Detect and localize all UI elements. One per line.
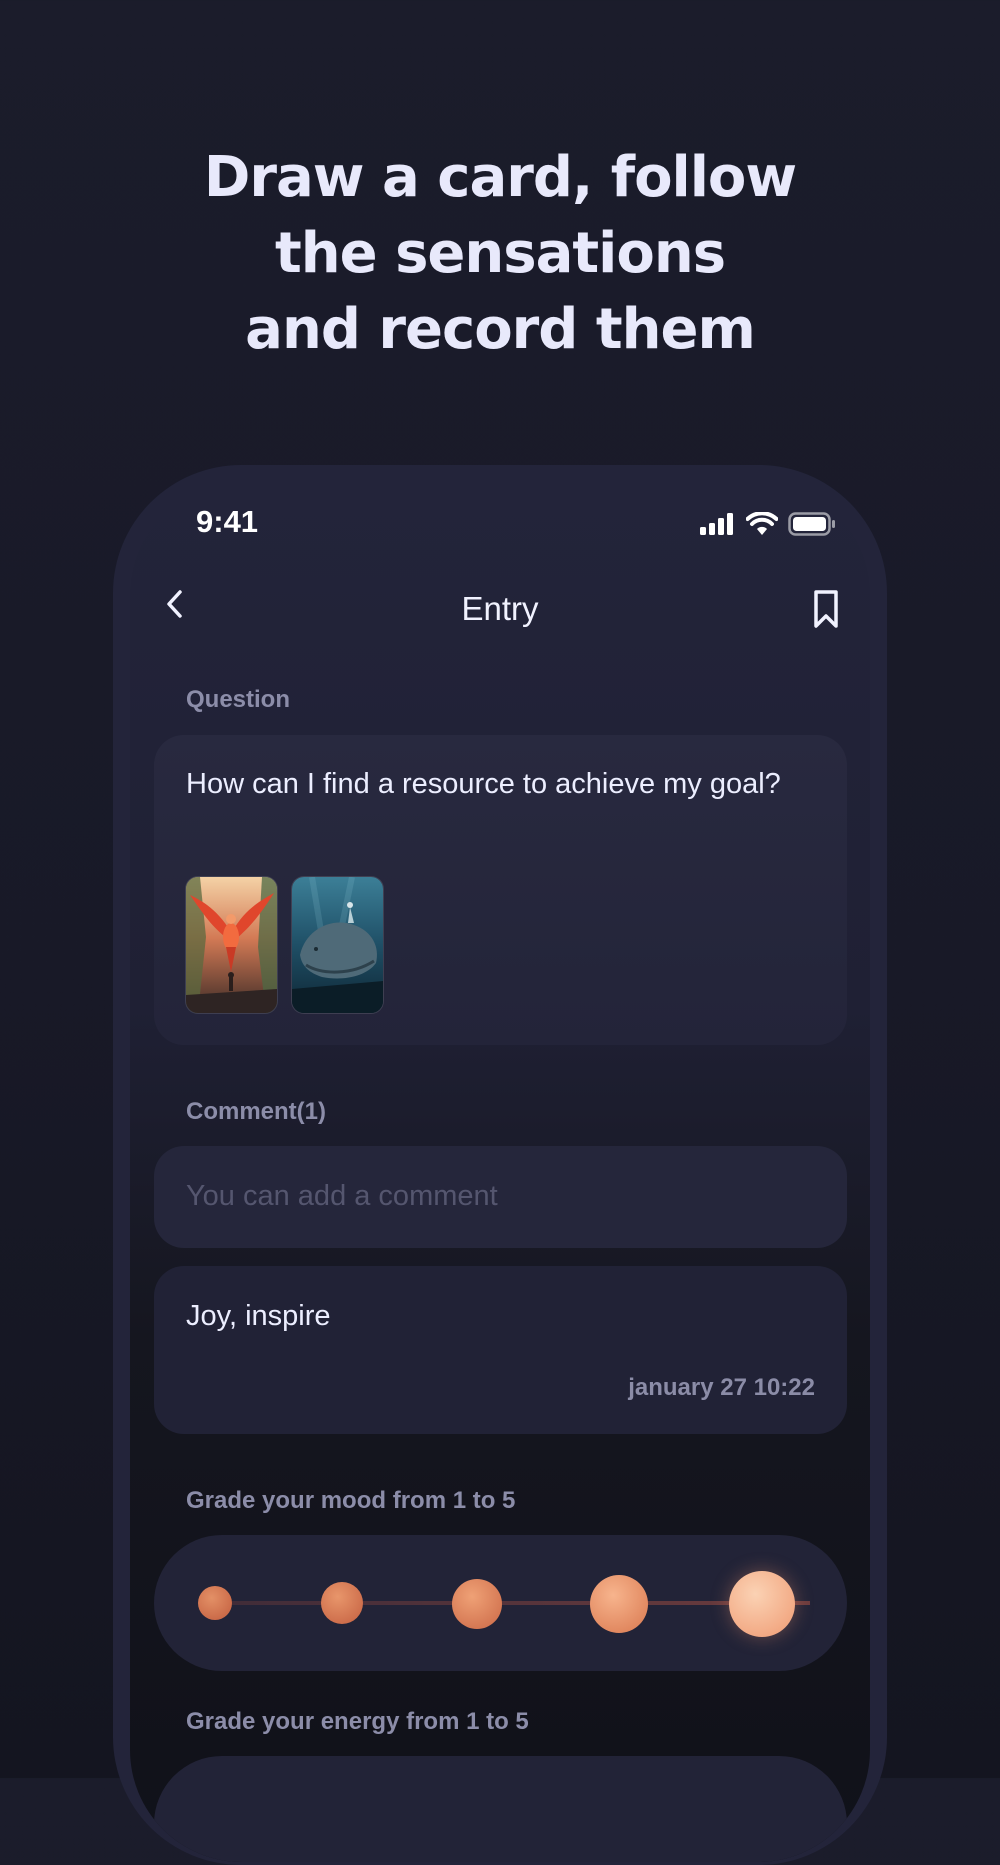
signal-icon [700,513,733,535]
comment-item: Joy, inspire january 27 10:22 [154,1266,847,1434]
comment-input[interactable]: You can add a comment [154,1146,847,1248]
question-label: Question [186,686,291,713]
comment-date: january 27 10:22 [628,1374,815,1401]
headline: Draw a card, follow the sensations and r… [0,140,1000,368]
headline-line-2: the sensations [274,221,726,286]
energy-rating [154,1756,847,1862]
page-title: Entry [461,590,539,627]
status-time: 9:41 [196,504,259,539]
headline-line-3: and record them [245,297,756,362]
mood-option-4[interactable] [590,1575,648,1633]
energy-label: Grade your energy from 1 to 5 [186,1708,529,1735]
mood-track [210,1601,810,1605]
headline-line-1: Draw a card, follow [203,145,797,210]
phoenix-card-image [186,877,277,1013]
mood-option-3[interactable] [452,1579,502,1629]
wifi-icon [746,512,778,535]
mood-option-1[interactable] [198,1586,232,1620]
mood-rating [154,1535,847,1671]
status-icons [700,512,836,536]
whale-card[interactable] [292,877,383,1013]
question-text: How can I find a resource to achieve my … [186,768,781,800]
comment-label: Comment(1) [186,1098,327,1125]
question-card: How can I find a resource to achieve my … [154,735,847,1045]
mood-option-2[interactable] [321,1582,363,1624]
mood-label: Grade your mood from 1 to 5 [186,1487,516,1514]
phone-screen: 9:41 Entry Question How can I find a res… [130,482,870,1862]
battery-icon [788,512,835,536]
bookmark-icon [814,590,838,628]
mood-option-5[interactable] [729,1571,795,1637]
whale-card-image [292,877,383,1013]
comment-input-placeholder: You can add a comment [186,1180,498,1212]
comment-text: Joy, inspire [186,1300,331,1332]
phoenix-card[interactable] [186,877,277,1013]
bookmark-button[interactable] [808,588,844,630]
